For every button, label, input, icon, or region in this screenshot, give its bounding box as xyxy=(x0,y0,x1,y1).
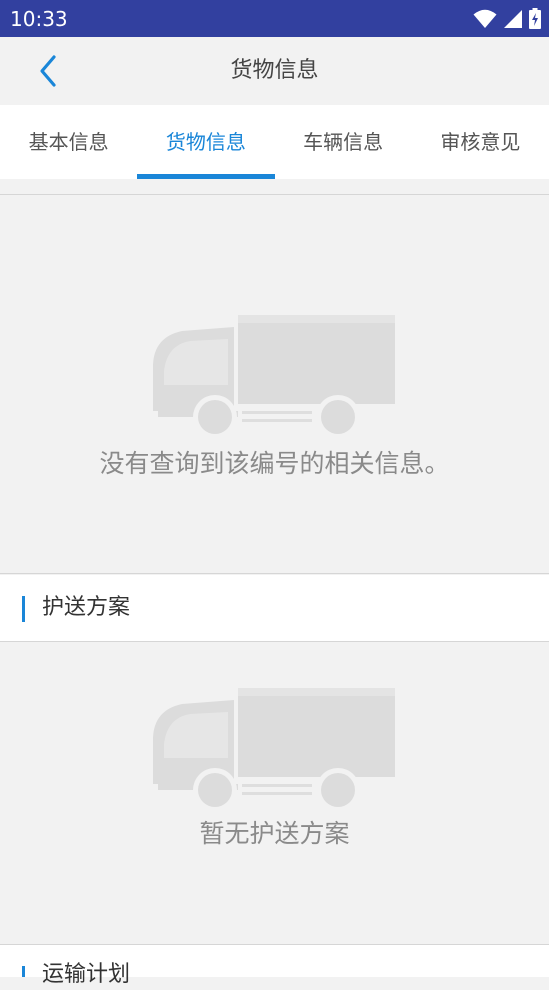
status-bar: 10:33 xyxy=(0,0,549,37)
tab-vehicle-info[interactable]: 车辆信息 xyxy=(275,105,412,179)
signal-icon xyxy=(504,9,522,28)
cargo-empty-state: 没有查询到该编号的相关信息。 xyxy=(0,195,549,573)
tab-cargo-info[interactable]: 货物信息 xyxy=(137,105,275,179)
escort-plan-header: 护送方案 xyxy=(0,575,549,641)
status-time: 10:33 xyxy=(10,7,68,31)
cargo-empty-message: 没有查询到该编号的相关信息。 xyxy=(99,449,450,478)
tab-bar: 基本信息 货物信息 车辆信息 审核意见 xyxy=(0,105,549,179)
page-title: 货物信息 xyxy=(230,58,319,83)
escort-plan-title: 护送方案 xyxy=(42,595,131,620)
escort-empty-message: 暂无护送方案 xyxy=(199,819,350,848)
tab-basic-info[interactable]: 基本信息 xyxy=(0,105,137,179)
escort-empty-state: 暂无护送方案 xyxy=(0,642,549,944)
tab-review-opinion[interactable]: 审核意见 xyxy=(412,105,549,179)
truck-illustration xyxy=(153,688,395,812)
section-accent-bar xyxy=(22,596,25,622)
wifi-icon xyxy=(473,9,497,28)
transport-plan-title: 运输计划 xyxy=(42,962,131,987)
divider xyxy=(0,573,549,574)
transport-plan-header: 运输计划 xyxy=(0,945,549,987)
battery-charging-icon xyxy=(529,8,541,29)
truck-illustration xyxy=(153,315,395,439)
app-bar: 货物信息 xyxy=(0,37,549,105)
status-icons xyxy=(473,8,541,29)
section-accent-bar xyxy=(22,966,25,977)
